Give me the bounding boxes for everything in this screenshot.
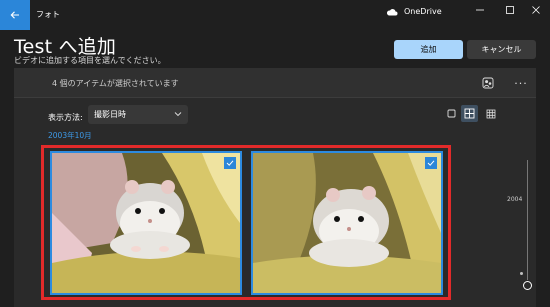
cancel-button[interactable]: キャンセル [467, 40, 536, 59]
view-mode-value: 撮影日時 [94, 110, 126, 119]
minimize-icon [476, 9, 484, 11]
back-button[interactable] [0, 0, 30, 30]
checkmark-icon [226, 160, 234, 166]
hamster-photo-image [52, 153, 240, 293]
selection-bar: 4 個のアイテムが選択されています ··· [14, 68, 536, 98]
people-button[interactable] [479, 74, 497, 92]
title-bar: フォト OneDrive [0, 0, 550, 30]
grid-9-icon [486, 109, 495, 118]
hamster-photo-image [253, 153, 441, 293]
close-window-button[interactable] [522, 0, 550, 20]
hamster-photo-2[interactable] [251, 151, 443, 295]
more-icon: ··· [514, 76, 528, 90]
single-square-icon [447, 109, 456, 118]
selected-check[interactable] [425, 157, 437, 169]
arrow-left-icon [10, 11, 19, 19]
maximize-button[interactable] [496, 0, 524, 20]
app-name: フォト [36, 10, 60, 19]
page-subtitle: ビデオに追加する項目を選んでください。 [14, 56, 166, 65]
hamster-photo-1[interactable] [50, 151, 242, 295]
timeline-year: 2004 [507, 196, 523, 203]
checkmark-icon [427, 160, 435, 166]
view-single-button[interactable] [443, 105, 460, 122]
timeline-marker [520, 272, 523, 275]
selected-check[interactable] [224, 157, 236, 169]
more-button[interactable]: ··· [511, 74, 531, 92]
maximize-icon [506, 6, 514, 14]
view-grid4-button[interactable] [461, 105, 478, 122]
add-button[interactable]: 追加 [394, 40, 463, 59]
cloud-icon [386, 8, 398, 15]
onedrive-status[interactable]: OneDrive [386, 7, 442, 16]
view-mode-dropdown[interactable]: 撮影日時 [88, 105, 188, 124]
view-row: 表示方法: 撮影日時 [14, 98, 536, 130]
chevron-down-icon [174, 112, 182, 117]
timeline-track[interactable] [527, 160, 528, 280]
close-icon [532, 6, 540, 14]
view-grid9-button[interactable] [482, 105, 499, 122]
timeline-thumb[interactable] [523, 281, 532, 290]
people-icon [482, 77, 494, 89]
grid-4-icon [464, 108, 475, 119]
view-mode-label: 表示方法: [48, 113, 83, 122]
onedrive-label: OneDrive [404, 7, 442, 16]
selection-count: 4 個のアイテムが選択されています [52, 79, 179, 88]
minimize-button[interactable] [466, 0, 494, 20]
month-header[interactable]: 2003年10月 [48, 130, 92, 141]
